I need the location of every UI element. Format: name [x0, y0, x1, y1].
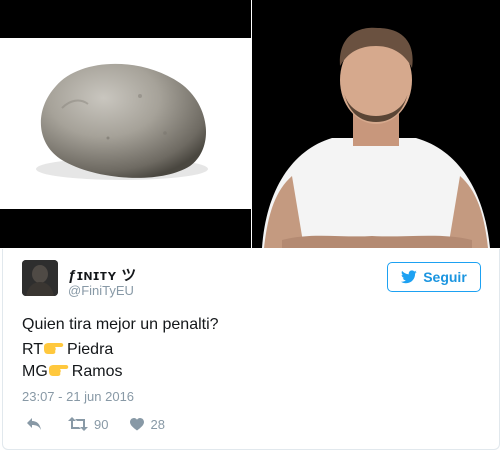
stone-image	[36, 63, 208, 180]
tweet-actions: 90 28	[26, 415, 165, 433]
retweet-count: 90	[94, 416, 109, 432]
media-left-panel[interactable]	[0, 0, 251, 248]
pointing-right-icon	[44, 343, 64, 354]
person-image	[252, 0, 500, 248]
tweet-timestamp[interactable]: 23:07 - 21 jun 2016	[22, 389, 134, 404]
line3-label: Ramos	[71, 363, 123, 380]
heart-icon	[130, 417, 145, 430]
tweet-text-line2: RT Piedra	[22, 341, 113, 359]
tweet-text-line3: MG Ramos	[22, 363, 122, 381]
follow-button-label: Seguir	[423, 269, 467, 285]
person-photo[interactable]	[252, 0, 500, 248]
reply-button[interactable]	[26, 417, 42, 431]
twitter-bird-icon	[401, 270, 417, 284]
follow-button[interactable]: Seguir	[387, 262, 481, 292]
avatar[interactable]	[22, 260, 58, 296]
like-count: 28	[150, 416, 165, 432]
user-handle[interactable]: @FiniTyEU	[68, 283, 134, 298]
line2-label: Piedra	[67, 341, 114, 358]
stone-photo[interactable]	[0, 38, 251, 209]
pointing-right-icon	[48, 365, 69, 376]
retweet-icon	[68, 417, 88, 431]
display-name[interactable]: ƒɪɴɪᴛʏ ツ	[68, 264, 137, 285]
like-button[interactable]: 28	[130, 416, 165, 432]
line3-prefix: MG	[22, 363, 48, 380]
tweet-media[interactable]	[0, 0, 500, 248]
reply-icon	[27, 418, 41, 430]
avatar-image	[22, 260, 58, 296]
retweet-button[interactable]: 90	[68, 417, 108, 432]
line2-prefix: RT	[22, 341, 44, 358]
tweet-text-line1: Quien tira mejor un penalti?	[22, 316, 219, 333]
